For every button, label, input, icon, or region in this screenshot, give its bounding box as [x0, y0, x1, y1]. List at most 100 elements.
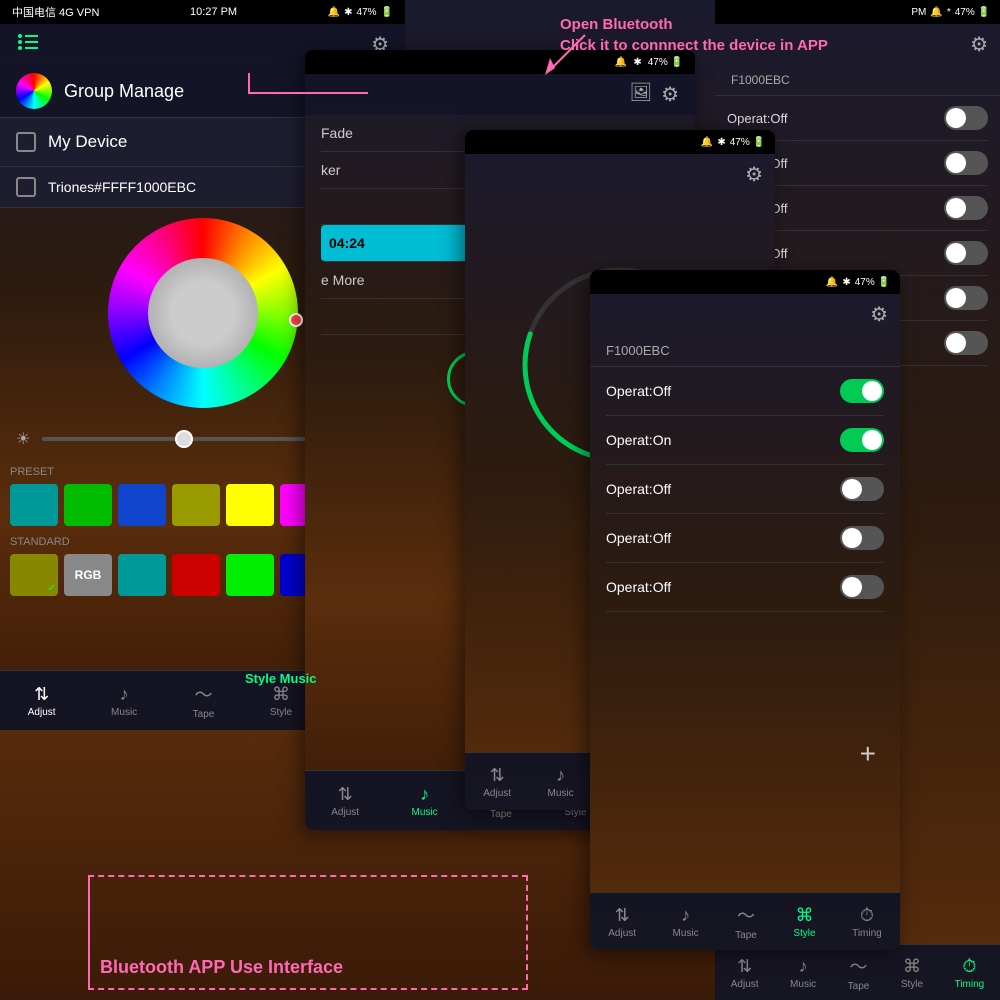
tape-icon-5: 〜 — [850, 953, 868, 979]
screen4-timing-label: Timing — [852, 928, 882, 939]
screen4-gear-icon[interactable]: ⚙ — [870, 302, 888, 327]
schedule-item-4-2: Operat:On — [606, 416, 884, 465]
adjust-icon-3: ⇅ — [490, 765, 505, 786]
preset-swatch-3[interactable] — [118, 484, 166, 526]
standard-swatch-3[interactable] — [118, 554, 166, 596]
screen4-nav-timing[interactable]: ⏱ Timing — [852, 905, 882, 939]
screen4-tape-label: Tape — [735, 930, 757, 941]
screen2-header: 🖼 ⚙ — [305, 74, 695, 115]
screen5-nav-timing[interactable]: ⏱ Timing — [955, 956, 985, 990]
schedule-label-5-1: Operat:Off — [727, 111, 787, 126]
screen4-battery: 47% 🔋 — [855, 277, 890, 288]
menu-icon[interactable] — [16, 33, 40, 57]
preset-swatch-5[interactable] — [226, 484, 274, 526]
bluetooth-annotation-text: Open Bluetooth — [560, 14, 828, 35]
toggle-4-3[interactable] — [840, 477, 884, 501]
screen5-bt: * — [947, 7, 951, 18]
schedule-label-4-5: Operat:Off — [606, 579, 671, 595]
nav-tape[interactable]: 〜 Tape — [193, 681, 215, 720]
screen2-gear-icon[interactable]: ⚙ — [661, 82, 679, 107]
color-wheel-selector[interactable] — [289, 313, 303, 327]
nav-adjust[interactable]: ⇅ Adjust — [28, 684, 56, 718]
tape-nav-icon: 〜 — [195, 681, 213, 707]
toggle-5-4[interactable] — [944, 241, 988, 265]
schedule-label-4-4: Operat:Off — [606, 530, 671, 546]
toggle-5-2[interactable] — [944, 151, 988, 175]
screen5-device-id: F1000EBC — [715, 65, 1000, 96]
screen2-battery: 47% 🔋 — [648, 57, 683, 68]
song-title-fade: Fade — [321, 125, 353, 141]
screen4-nav-tape[interactable]: 〜 Tape — [735, 902, 757, 941]
bottom-annotation-text: Bluetooth APP Use Interface — [100, 957, 343, 978]
screen5-adjust-label: Adjust — [731, 979, 759, 990]
toggle-4-2[interactable] — [840, 428, 884, 452]
brightness-slider-thumb[interactable] — [175, 430, 193, 448]
carrier-text: 中国电信 4G VPN — [12, 4, 99, 20]
screen2-nav-music[interactable]: ♪ Music — [412, 784, 438, 818]
screen5-timing-label: Timing — [955, 979, 985, 990]
toggle-5-5[interactable] — [944, 286, 988, 310]
schedule-item-4-4: Operat:Off — [606, 514, 884, 563]
toggle-4-5[interactable] — [840, 575, 884, 599]
screen4-nav-style[interactable]: ⌘ Style — [793, 905, 815, 939]
color-wheel[interactable] — [108, 218, 298, 408]
annotation-vert-group — [248, 73, 250, 93]
screen3-gear-icon[interactable]: ⚙ — [745, 162, 763, 187]
screen4-bt: ✱ — [842, 277, 850, 288]
screen5-nav-tape[interactable]: 〜 Tape — [848, 953, 870, 992]
device-icon — [16, 132, 36, 152]
toggle-5-3[interactable] — [944, 196, 988, 220]
screen4-nav-music[interactable]: ♪ Music — [673, 905, 699, 939]
music-nav-label: Music — [111, 707, 137, 718]
music-icon-2: ♪ — [420, 784, 429, 805]
screen2-bt: ✱ — [633, 57, 641, 68]
battery-text: 47% — [357, 7, 377, 18]
style-music-label: Style Music — [245, 671, 317, 686]
nav-style[interactable]: ⌘ Style — [270, 684, 292, 718]
toggle-4-1[interactable] — [840, 379, 884, 403]
screen5-music-label: Music — [790, 979, 816, 990]
screen4-bell: 🔔 — [826, 277, 838, 288]
screen4-nav-adjust[interactable]: ⇅ Adjust — [608, 905, 636, 939]
style-nav-label: Style — [270, 707, 292, 718]
standard-swatch-4[interactable] — [172, 554, 220, 596]
brightness-min-icon: ☀ — [16, 429, 30, 449]
adjust-nav-label: Adjust — [28, 707, 56, 718]
standard-swatch-1[interactable]: ✓ — [10, 554, 58, 596]
screen5-nav-style[interactable]: ⌘ Style — [901, 956, 923, 990]
standard-swatch-5[interactable] — [226, 554, 274, 596]
toggle-5-6[interactable] — [944, 331, 988, 355]
screen3-nav-music[interactable]: ♪ Music — [548, 765, 574, 799]
music-icon-5: ♪ — [799, 956, 808, 977]
screen5-tape-label: Tape — [848, 981, 870, 992]
screen5-nav-adjust[interactable]: ⇅ Adjust — [731, 956, 759, 990]
screen4-bottom-nav: ⇅ Adjust ♪ Music 〜 Tape ⌘ Style ⏱ Timing — [590, 892, 900, 950]
timing-icon-4: ⏱ — [860, 905, 874, 926]
toggle-5-1[interactable] — [944, 106, 988, 130]
preset-swatch-2[interactable] — [64, 484, 112, 526]
screen2-nav-adjust[interactable]: ⇅ Adjust — [331, 784, 359, 818]
screen5-gear-icon[interactable]: ⚙ — [970, 32, 988, 57]
preset-swatch-1[interactable] — [10, 484, 58, 526]
screen3-bell: 🔔 — [701, 137, 713, 148]
screen3-header: ⚙ — [465, 154, 775, 195]
style-nav-icon: ⌘ — [272, 684, 290, 705]
screen3-battery: 47% 🔋 — [730, 137, 765, 148]
nav-music[interactable]: ♪ Music — [111, 684, 137, 718]
screen4-plus-button[interactable]: + — [860, 738, 876, 770]
color-wheel-avatar — [16, 73, 52, 109]
battery-icon: 🔋 — [381, 7, 393, 18]
toggle-4-4[interactable] — [840, 526, 884, 550]
screen5-battery: 47% 🔋 — [955, 7, 990, 18]
color-wheel-container[interactable] — [108, 218, 298, 408]
tape-nav-label: Tape — [193, 709, 215, 720]
screen5-time: PM — [911, 7, 926, 18]
annotation-vert-box-left — [88, 875, 90, 990]
preset-swatch-4[interactable] — [172, 484, 220, 526]
annotation-arrow — [540, 30, 590, 80]
standard-swatch-rgb[interactable]: RGB — [64, 554, 112, 596]
screen3-nav-adjust[interactable]: ⇅ Adjust — [483, 765, 511, 799]
schedule-label-4-2: Operat:On — [606, 432, 671, 448]
image-icon[interactable]: 🖼 — [629, 82, 652, 107]
screen5-nav-music[interactable]: ♪ Music — [790, 956, 816, 990]
